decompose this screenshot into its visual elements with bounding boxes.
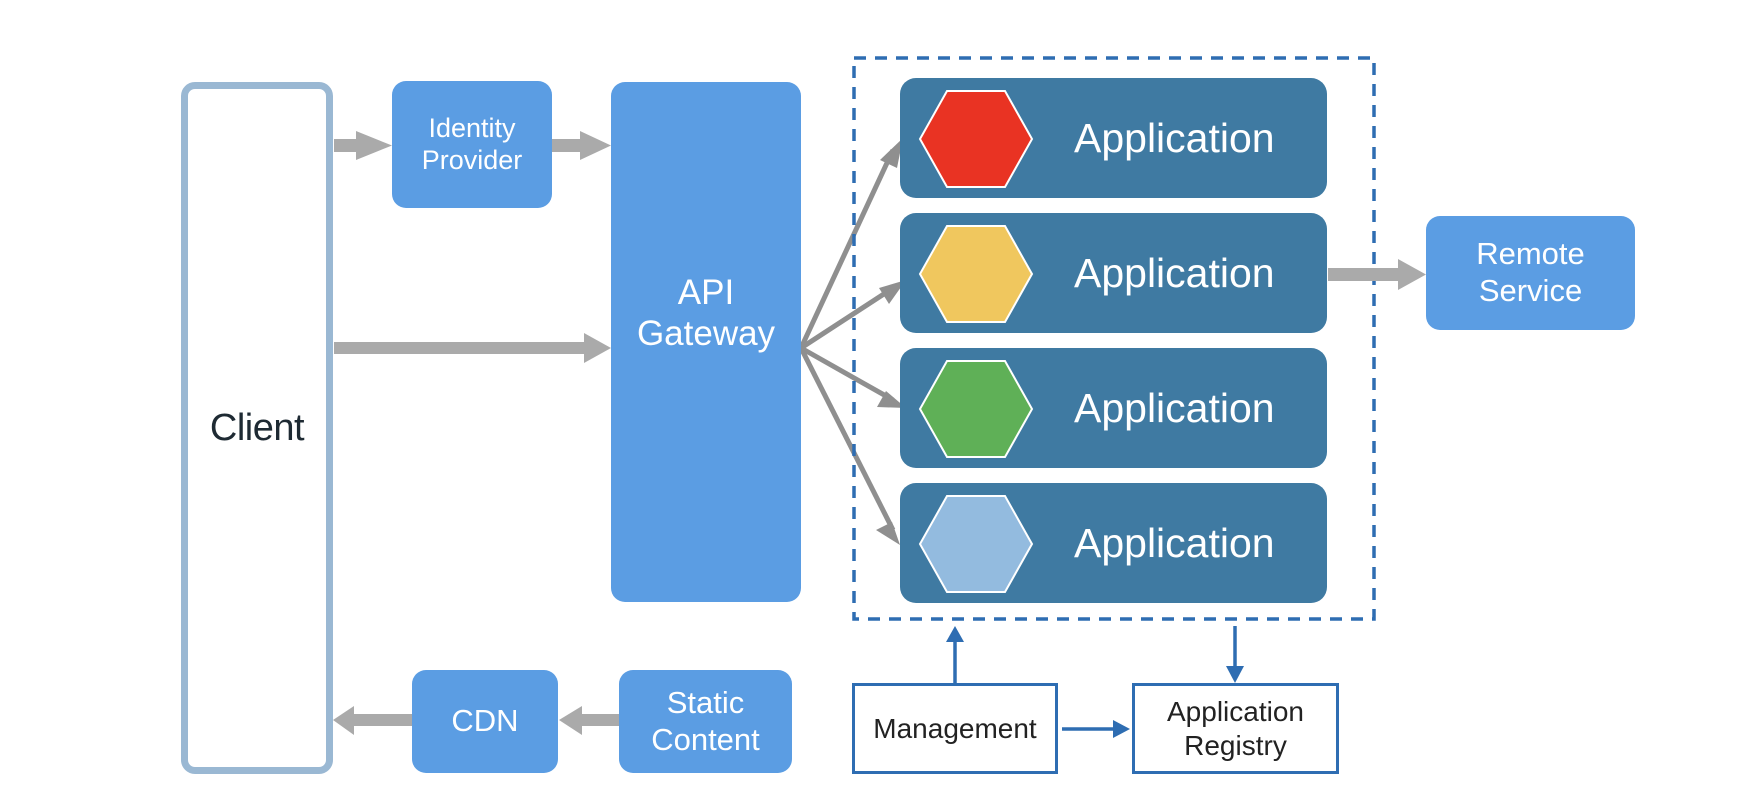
application-node-3[interactable]: Application [900,348,1327,468]
hexagon-light-blue [918,495,1034,593]
application-label-2: Application [1074,249,1275,296]
application-registry-label-line2: Registry [1184,729,1287,761]
hexagon-red [918,90,1034,188]
management-label: Management [873,712,1037,744]
management-node[interactable]: Management [852,683,1058,774]
arrow-identity-to-gateway [552,131,611,160]
hexagon-icon-light-blue [918,495,1034,593]
api-gateway-label-line2: Gateway [636,314,776,354]
arrow-static-to-cdn [559,706,620,735]
application-node-2[interactable]: Application [900,213,1327,333]
api-gateway-label-line1: API [677,273,735,312]
identity-provider-node[interactable]: Identity Provider [392,81,552,208]
client-label: Client [209,406,305,449]
application-registry-label-line1: Application [1167,696,1304,728]
application-node-4[interactable]: Application [900,483,1327,603]
arrow-group-to-registry [1226,626,1244,683]
hexagon-icon-yellow [918,225,1034,323]
application-label-4: Application [1074,519,1275,566]
cdn-label: CDN [451,703,519,739]
arrow-cdn-to-client [333,706,412,735]
arrow-client-to-gateway [334,333,611,363]
client-node[interactable]: Client [181,82,333,774]
arrow-client-to-identity [334,131,392,160]
application-label-3: Application [1074,384,1275,431]
api-gateway-node[interactable]: API Gateway [611,82,801,602]
arrow-head-app-4 [876,522,900,545]
hexagon-yellow [918,225,1034,323]
hexagon-icon-green [918,360,1034,458]
static-content-label-line1: Static [666,684,745,720]
application-node-1[interactable]: Application [900,78,1327,198]
application-label-1: Application [1074,114,1275,161]
cdn-node[interactable]: CDN [412,670,558,773]
identity-provider-label-line2: Provider [421,144,523,175]
static-content-node[interactable]: Static Content [619,670,792,773]
remote-service-node[interactable]: Remote Service [1426,216,1635,330]
hexagon-green [918,360,1034,458]
remote-service-label-line1: Remote [1476,236,1585,272]
application-registry-node[interactable]: Application Registry [1132,683,1339,774]
arrow-management-to-registry [1062,720,1130,738]
arrow-app-to-remote-service [1328,259,1426,290]
arrow-management-to-group [946,626,964,683]
identity-provider-label-line1: Identity [428,112,516,143]
remote-service-label-line2: Service [1478,273,1583,308]
hexagon-icon-red [918,90,1034,188]
static-content-label-line2: Content [651,721,760,757]
